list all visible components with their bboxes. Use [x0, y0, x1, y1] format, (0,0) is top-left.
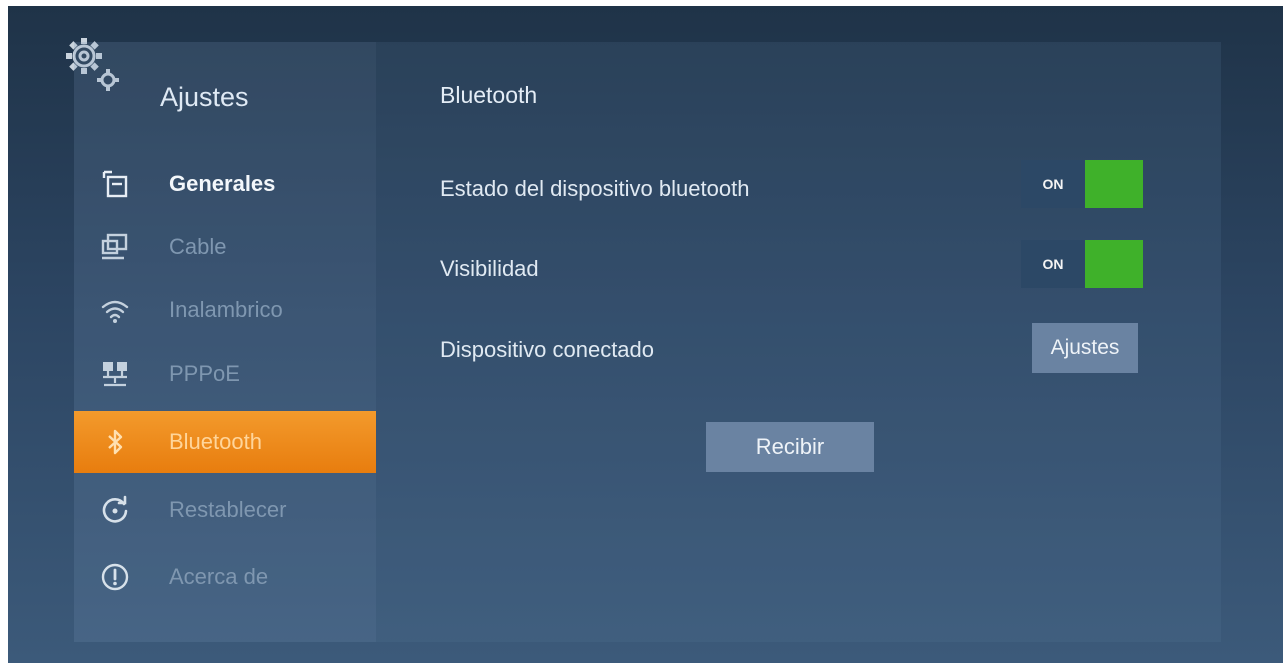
- toggle-state-text: ON: [1021, 160, 1085, 208]
- bluetooth-icon: [108, 429, 123, 455]
- settings-screen: Ajustes Generales Cable Inalambrico PPPo…: [8, 6, 1283, 663]
- sidebar-item-acerca-de[interactable]: Acerca de: [74, 546, 376, 608]
- sidebar-item-restablecer[interactable]: Restablecer: [74, 479, 376, 541]
- sidebar-item-bluetooth[interactable]: Bluetooth: [74, 411, 376, 473]
- wifi-icon: [101, 300, 129, 323]
- toggle-on-indicator: [1085, 240, 1143, 288]
- sidebar: Ajustes Generales Cable Inalambrico PPPo…: [74, 42, 376, 642]
- sidebar-item-label: Cable: [169, 234, 227, 259]
- bluetooth-panel: Bluetooth Estado del dispositivo bluetoo…: [376, 42, 1221, 642]
- sidebar-item-generales[interactable]: Generales: [74, 153, 376, 215]
- reset-icon: [102, 495, 128, 523]
- document-icon: [102, 170, 128, 198]
- sidebar-item-label: Inalambrico: [169, 297, 283, 322]
- sidebar-item-label: Acerca de: [169, 564, 269, 589]
- page-title: Bluetooth: [440, 82, 538, 108]
- sidebar-item-inalambrico[interactable]: Inalambrico: [74, 279, 376, 341]
- visibility-toggle[interactable]: ON: [1021, 240, 1143, 288]
- network-icon: [103, 362, 127, 387]
- bluetooth-status-toggle[interactable]: ON: [1021, 160, 1143, 208]
- receive-button[interactable]: Recibir: [706, 422, 874, 472]
- info-icon: [101, 563, 129, 591]
- sidebar-item-pppoe[interactable]: PPPoE: [74, 343, 376, 405]
- bluetooth-status-label: Estado del dispositivo bluetooth: [440, 176, 750, 201]
- sidebar-item-label: Restablecer: [169, 497, 287, 522]
- connected-device-settings-button[interactable]: Ajustes: [1032, 323, 1138, 373]
- connected-device-label: Dispositivo conectado: [440, 337, 655, 362]
- sidebar-item-label: PPPoE: [169, 361, 240, 386]
- toggle-state-text: ON: [1021, 240, 1085, 288]
- sidebar-item-label: Generales: [169, 171, 276, 196]
- monitor-icon: [101, 233, 128, 260]
- visibility-label: Visibilidad: [440, 256, 539, 281]
- sidebar-title: Ajustes: [160, 82, 249, 112]
- sidebar-item-label: Bluetooth: [169, 429, 262, 454]
- sidebar-item-cable[interactable]: Cable: [74, 216, 376, 278]
- toggle-on-indicator: [1085, 160, 1143, 208]
